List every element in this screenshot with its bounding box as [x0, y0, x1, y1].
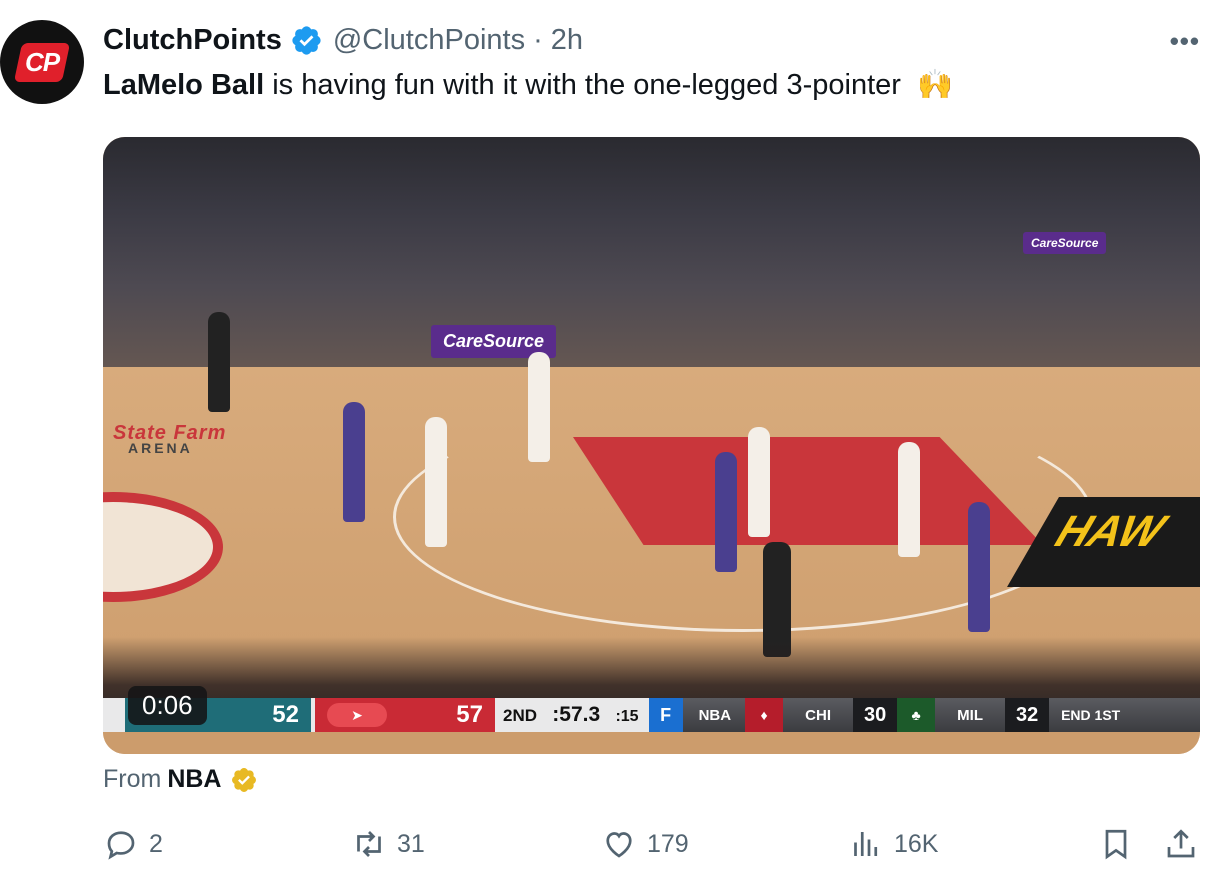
- like-count: 179: [647, 829, 689, 858]
- raising-hands-emoji: 🙌: [917, 69, 954, 101]
- avatar-text: CP: [24, 46, 60, 77]
- ticker-team-2: MIL: [957, 706, 983, 724]
- share-button[interactable]: [1163, 826, 1209, 862]
- bulls-logo-icon: ♦: [745, 698, 784, 732]
- author-avatar[interactable]: CP: [0, 20, 84, 104]
- repost-button[interactable]: 31: [351, 826, 425, 862]
- source-name[interactable]: NBA: [167, 765, 221, 794]
- player: [715, 452, 737, 572]
- sponsor-board-small: CareSource: [1023, 232, 1107, 254]
- like-button[interactable]: 179: [601, 826, 689, 862]
- away-team-score: 57: [456, 701, 483, 728]
- hawks-logo-icon: ➤: [327, 703, 387, 727]
- reply-count: 2: [149, 829, 163, 858]
- tweet-text: LaMelo Ball is having fun with it with t…: [103, 68, 953, 102]
- reply-icon: [107, 831, 135, 860]
- floor-logo-sub: ARENA: [128, 440, 193, 456]
- scoreboard: 52 ➤ 57 2ND :57.3 :15 F NBA ♦ CHI 30 ♣ M…: [103, 698, 1200, 732]
- hawks-text: HAW: [1044, 507, 1176, 556]
- views-bar-chart-icon: [854, 832, 878, 856]
- tweet-body-text: is having fun with it with the one-legge…: [272, 69, 901, 101]
- mention-bold-text: LaMelo Ball: [103, 69, 265, 101]
- repost-icon: [357, 831, 381, 857]
- clutchpoints-logo: CP: [13, 42, 71, 82]
- away-team-block: ➤ 57: [315, 698, 495, 732]
- source-prefix: From: [103, 765, 162, 793]
- gold-verified-badge-icon: [231, 767, 256, 792]
- views-count: 16K: [894, 829, 939, 858]
- tweet-timestamp[interactable]: 2h: [551, 24, 583, 57]
- bucks-logo-icon: ♣: [897, 698, 936, 732]
- shot-clock: :15: [615, 708, 639, 725]
- game-clock: 2ND :57.3 :15: [503, 703, 639, 727]
- bookmark-icon: [1105, 829, 1127, 860]
- bookmark-button[interactable]: [1098, 826, 1144, 862]
- heart-icon: [606, 832, 632, 858]
- arena-crowd: [103, 137, 1200, 387]
- video-timer: 0:06: [128, 686, 207, 725]
- share-icon: [1167, 829, 1195, 858]
- player: [425, 417, 447, 547]
- ticker-status: END 1ST: [1061, 707, 1121, 723]
- reply-button[interactable]: 2: [103, 826, 163, 862]
- referee: [208, 312, 230, 412]
- video-player[interactable]: CareSource CareSource State Farm ARENA H…: [103, 137, 1200, 754]
- tweet-actions: 2 31 179 16K: [103, 826, 1203, 870]
- author-handle[interactable]: @ClutchPoints: [333, 24, 525, 57]
- tweet-header: ClutchPoints @ClutchPoints · 2h: [103, 22, 583, 58]
- ticker-team-1: CHI: [805, 706, 831, 724]
- player: [528, 352, 550, 462]
- quarter: 2ND: [503, 706, 538, 725]
- more-options-icon[interactable]: •••: [1170, 26, 1200, 57]
- player: [343, 402, 365, 522]
- ticker-league: NBA: [698, 706, 732, 724]
- player: [748, 427, 770, 537]
- author-name[interactable]: ClutchPoints: [103, 24, 282, 57]
- score-ticker: F NBA ♦ CHI 30 ♣ MIL 32 END 1ST: [648, 698, 1200, 732]
- ticker-score-2: 32: [1005, 698, 1050, 732]
- broadcaster-logo-icon: F: [648, 698, 683, 732]
- video-source: From NBA: [103, 765, 258, 794]
- player: [898, 442, 920, 557]
- verified-badge-icon[interactable]: [290, 24, 323, 57]
- header-separator: ·: [533, 23, 543, 56]
- ticker-score-1: 30: [853, 698, 898, 732]
- repost-count: 31: [397, 829, 425, 858]
- clock-time: :57.3: [552, 703, 601, 726]
- player: [968, 502, 990, 632]
- views-button[interactable]: 16K: [848, 826, 938, 862]
